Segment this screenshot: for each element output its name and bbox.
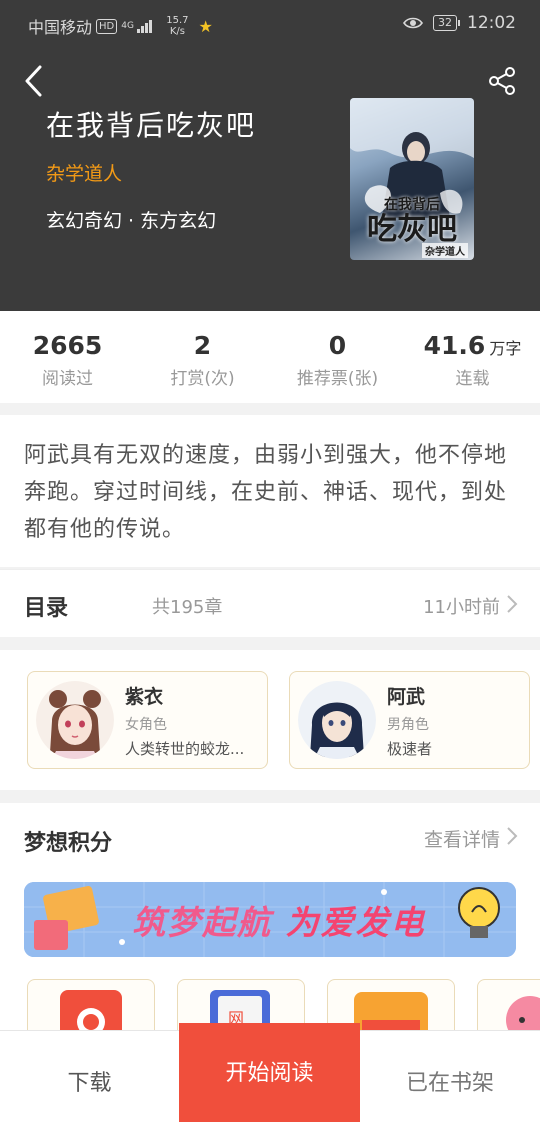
stat-value: 41.6 万字 xyxy=(424,331,522,360)
book-author[interactable]: 杂学道人 xyxy=(46,159,122,186)
dream-banner[interactable]: 筑梦起航 为爱发电 xyxy=(24,882,516,957)
character-description: 人类转世的蛟龙... xyxy=(125,740,245,758)
cover-title-big: 吃灰吧 xyxy=(367,212,457,247)
download-button[interactable]: 下载 xyxy=(0,1031,179,1122)
book-cover: 在我背后 吃灰吧 杂学道人 xyxy=(350,98,474,260)
character-description: 极速者 xyxy=(387,740,433,758)
back-button[interactable] xyxy=(22,64,46,98)
stat-rewards[interactable]: 2 打赏(次) xyxy=(135,311,270,403)
carrier-label: 中国移动 xyxy=(28,18,93,37)
network-speed: 15.7 K/s xyxy=(166,15,188,37)
status-left: 中国移动 HD 4G 15.7 K/s ★ xyxy=(28,14,213,38)
character-role: 女角色 xyxy=(125,717,167,733)
stat-label: 打赏(次) xyxy=(170,369,235,389)
status-bar: 中国移动 HD 4G 15.7 K/s ★ 32 12:02 xyxy=(0,0,540,48)
book-synopsis[interactable]: 阿武具有无双的速度，由弱小到强大，他不停地奔跑。穿过时间线，在史前、神话、现代，… xyxy=(0,415,540,567)
book-detail-page: 中国移动 HD 4G 15.7 K/s ★ 32 12:02 在我背后吃灰吧 杂… xyxy=(0,0,540,1122)
dream-points-title: 梦想积分 xyxy=(24,831,113,856)
character-name: 阿武 xyxy=(387,686,426,708)
stat-reads: 2665 阅读过 xyxy=(0,311,135,403)
cover-title: 在我背后 吃灰吧 xyxy=(350,194,474,246)
stat-unit: 万字 xyxy=(489,339,522,358)
banner-slogan: 筑梦起航 为爱发电 xyxy=(132,896,426,944)
stat-value: 2 xyxy=(194,331,211,360)
table-of-contents-row[interactable]: 目录 共195章 11小时前 xyxy=(0,569,540,637)
stat-number: 2 xyxy=(193,331,212,360)
on-shelf-button[interactable]: 已在书架 xyxy=(360,1031,540,1122)
start-reading-button[interactable]: 开始阅读 xyxy=(179,1023,360,1122)
stat-recommend-votes[interactable]: 0 推荐票(张) xyxy=(270,311,405,403)
chevron-right-icon xyxy=(507,827,518,845)
stat-number: 41.6 xyxy=(423,331,486,360)
stat-label: 连载 xyxy=(455,369,490,389)
characters-section: 紫衣 女角色 人类转世的蛟龙... 阿武 男角色 极速者 xyxy=(0,650,540,790)
character-avatar xyxy=(298,681,376,759)
status-right: 32 12:02 xyxy=(403,13,516,33)
hd-badge: HD xyxy=(96,18,118,34)
book-genre: 玄幻奇幻 · 东方玄幻 xyxy=(46,210,217,232)
share-icon[interactable] xyxy=(488,66,516,96)
speed-value: 15.7 xyxy=(166,15,189,26)
battery-icon: 32 xyxy=(433,15,460,31)
stats-row: 2665 阅读过 2 打赏(次) 0 推荐票(张) 41.6 万字 连载 xyxy=(0,311,540,403)
stat-label: 推荐票(张) xyxy=(296,369,379,389)
book-title: 在我背后吃灰吧 xyxy=(46,109,257,142)
clock: 12:02 xyxy=(467,13,516,33)
character-name: 紫衣 xyxy=(125,686,164,708)
view-details-link[interactable]: 查看详情 xyxy=(424,825,500,852)
character-role: 男角色 xyxy=(387,717,429,733)
stat-label: 阅读过 xyxy=(42,369,93,389)
stat-word-count: 41.6 万字 连载 xyxy=(405,311,540,403)
update-time: 11小时前 xyxy=(423,597,500,618)
star-icon: ★ xyxy=(198,16,213,36)
dream-points-section: 梦想积分 查看详情 筑梦起航 为爱发电 网 xyxy=(0,803,540,1049)
character-card[interactable]: 紫衣 女角色 人类转世的蛟龙... xyxy=(27,671,268,769)
speed-unit: K/s xyxy=(169,26,185,37)
chapter-count: 共195章 xyxy=(152,597,223,618)
chevron-right-icon xyxy=(507,595,518,613)
stat-number: 0 xyxy=(328,331,347,360)
character-avatar xyxy=(36,681,114,759)
character-card[interactable]: 阿武 男角色 极速者 xyxy=(289,671,530,769)
network-type: 4G xyxy=(121,21,134,31)
eye-icon xyxy=(403,17,423,29)
bottom-action-bar: 下载 开始阅读 已在书架 xyxy=(0,1023,540,1122)
cover-author: 杂学道人 xyxy=(422,243,468,258)
stat-number: 2665 xyxy=(32,331,103,360)
toc-label: 目录 xyxy=(24,596,69,621)
cover-title-small: 在我背后 xyxy=(384,197,440,213)
book-header: 中国移动 HD 4G 15.7 K/s ★ 32 12:02 在我背后吃灰吧 杂… xyxy=(0,0,540,311)
stat-value: 0 xyxy=(329,331,346,360)
banner-text-2: 为爱发电 xyxy=(285,903,426,942)
stat-value: 2665 xyxy=(33,331,103,360)
banner-text-1: 筑梦起航 xyxy=(132,903,272,942)
signal-icon xyxy=(137,19,153,33)
